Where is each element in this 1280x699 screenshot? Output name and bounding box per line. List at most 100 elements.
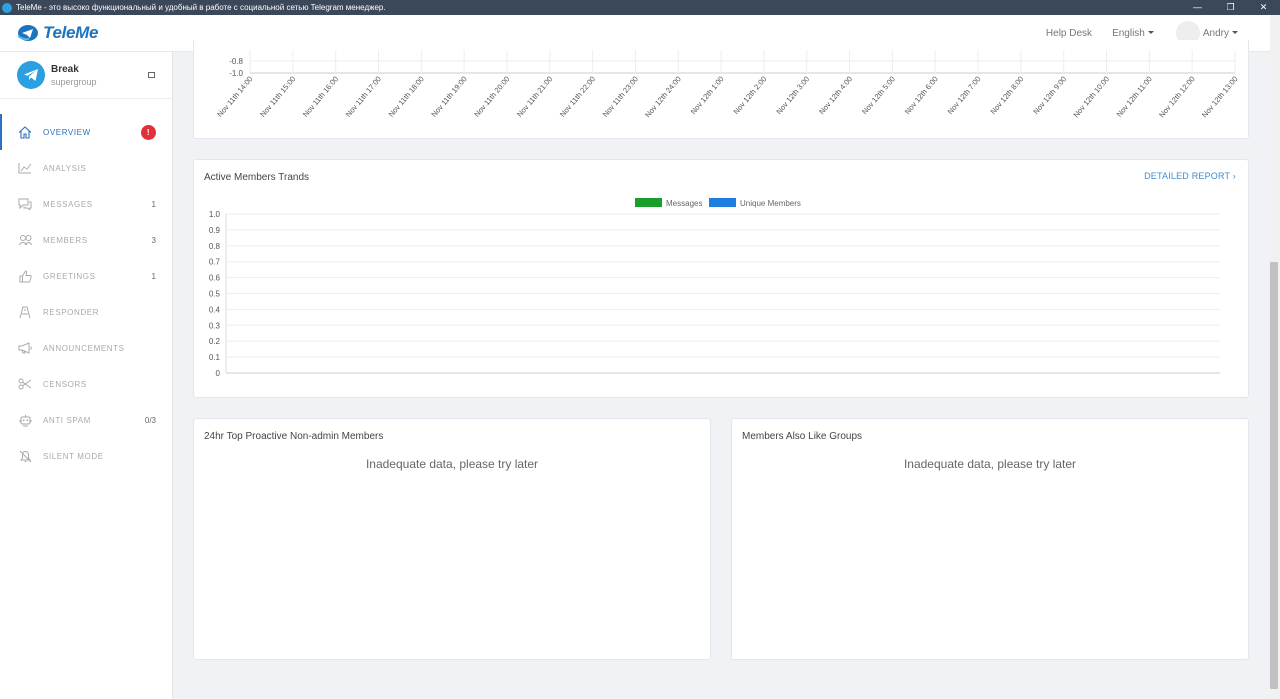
sidebar-item-label: OVERVIEW <box>43 127 91 137</box>
scrollbar-thumb[interactable] <box>1270 262 1278 689</box>
minimize-button[interactable]: — <box>1181 0 1214 15</box>
y-tick-label: 0.8 <box>209 242 221 251</box>
x-tick-label: Nov 11th 22:00 <box>558 75 597 119</box>
legend-swatch-messages[interactable] <box>635 198 662 207</box>
x-tick-label: Nov 11th 23:00 <box>601 75 640 119</box>
sidebar-item-greetings[interactable]: GREETINGS 1 <box>0 258 172 294</box>
x-tick-label: Nov 12th 4:00 <box>817 75 854 117</box>
sidebar-item-label: MESSAGES <box>43 199 93 209</box>
x-tick-label: Nov 11th 21:00 <box>515 75 554 119</box>
sidebar-item-responder[interactable]: RESPONDER <box>0 294 172 330</box>
group-name: Break <box>51 63 79 75</box>
y-tick-label: 0.1 <box>209 353 221 362</box>
telegram-icon <box>17 61 45 89</box>
chat-icon <box>17 197 33 211</box>
group-type: supergroup <box>51 76 97 87</box>
also-like-groups-card: Members Also Like Groups Inadequate data… <box>731 418 1249 660</box>
sidebar-item-label: CENSORS <box>43 379 87 389</box>
active-members-card: Active Members Trands DETAILED REPORT › … <box>193 159 1249 398</box>
x-tick-label: Nov 11th 14:00 <box>215 75 254 119</box>
language-label: English <box>1112 27 1145 39</box>
x-tick-label: Nov 12th 8:00 <box>988 75 1025 117</box>
sidebar-item-members[interactable]: MEMBERS 3 <box>0 222 172 258</box>
x-tick-label: Nov 11th 18:00 <box>387 75 426 119</box>
close-button[interactable]: ✕ <box>1247 0 1280 15</box>
switch-group-icon[interactable] <box>148 72 155 78</box>
x-tick-label: Nov 11th 15:00 <box>258 75 297 119</box>
sidebar-item-antispam[interactable]: ANTI SPAM 0/3 <box>0 402 172 438</box>
x-tick-label: Nov 12th 13:00 <box>1200 75 1240 120</box>
app-icon <box>2 2 12 13</box>
hourly-chart-card: -0.8 -1.0 Nov 11th 14:00 Nov 11th 15:00 Nov … <box>193 40 1249 139</box>
maximize-button[interactable]: ❐ <box>1214 0 1247 15</box>
user-name: Andry <box>1202 27 1229 39</box>
card-title: 24hr Top Proactive Non-admin Members <box>204 431 384 442</box>
y-tick-label: 0.4 <box>209 305 221 314</box>
home-icon <box>17 125 33 139</box>
legend-label-unique-members: Unique Members <box>740 199 801 208</box>
thumbs-up-icon <box>17 269 33 283</box>
empty-state-message: Inadequate data, please try later <box>903 457 1077 471</box>
x-tick-label: Nov 12th 6:00 <box>903 75 940 117</box>
chevron-right-icon: › <box>1232 171 1236 181</box>
y-tick-label: -0.8 <box>229 57 243 66</box>
sidebar-item-label: SILENT MODE <box>43 451 104 461</box>
mute-icon <box>17 449 33 463</box>
chevron-down-icon <box>1147 31 1154 35</box>
x-tick-label: Nov 11th 16:00 <box>301 75 340 119</box>
legend-swatch-unique-members[interactable] <box>709 198 736 207</box>
x-tick-label: Nov 12th 9:00 <box>1031 75 1068 117</box>
window-titlebar: TeleMe - это высоко функциональный и удо… <box>0 0 1280 15</box>
alert-badge: ! <box>141 124 156 140</box>
y-tick-label: 0.5 <box>209 290 221 299</box>
x-tick-label: Nov 12th 3:00 <box>774 75 811 117</box>
help-desk-link[interactable]: Help Desk <box>1046 28 1092 39</box>
y-tick-label: 0 <box>216 369 221 378</box>
greetings-count: 1 <box>151 271 156 281</box>
chevron-down-icon <box>1232 31 1238 35</box>
responder-icon <box>17 305 33 319</box>
users-icon <box>17 233 33 247</box>
sidebar-item-censors[interactable]: CENSORS <box>0 366 172 402</box>
sidebar-item-messages[interactable]: MESSAGES 1 <box>0 186 172 222</box>
antispam-count: 0/3 <box>144 415 156 425</box>
sidebar-nav: OVERVIEW ! ANALYSIS MESSAGES 1 MEMBERS 3 <box>0 114 172 474</box>
sidebar-item-label: ANALYSIS <box>43 163 87 173</box>
sidebar-item-label: GREETINGS <box>43 271 96 281</box>
x-tick-label: Nov 12th 5:00 <box>860 75 897 117</box>
logo[interactable]: TeleMe <box>17 23 99 43</box>
detailed-report-label: DETAILED REPORT <box>1144 171 1231 181</box>
legend-label-messages: Messages <box>666 199 702 208</box>
window-title: TeleMe - это высоко функциональный и удо… <box>16 3 386 12</box>
scissors-icon <box>17 377 33 391</box>
x-tick-label: Nov 12th 1:00 <box>689 75 726 117</box>
sidebar-item-label: ANTI SPAM <box>43 415 91 425</box>
x-tick-label: Nov 11th 17:00 <box>344 75 383 119</box>
detailed-report-link[interactable]: DETAILED REPORT › <box>1144 171 1236 181</box>
card-title: Active Members Trands <box>204 172 310 183</box>
sidebar-item-silent-mode[interactable]: SILENT MODE <box>0 438 172 474</box>
sidebar-item-overview[interactable]: OVERVIEW ! <box>0 114 172 150</box>
y-tick-label: 1.0 <box>209 210 221 219</box>
language-dropdown[interactable]: English <box>1112 28 1154 39</box>
logo-text: TeleMe <box>43 23 99 42</box>
y-tick-label: 0.7 <box>209 258 221 267</box>
x-tick-label: Nov 12th 11:00 <box>1115 75 1154 119</box>
group-selector[interactable]: Break supergroup <box>0 52 172 99</box>
hourly-chart: -0.8-1.0Nov 11th 14:00 Nov 11th 15:00 Nov … <box>215 50 1240 120</box>
sidebar-item-announcements[interactable]: ANNOUNCEMENTS <box>0 330 172 366</box>
y-tick-label: 0.6 <box>209 274 221 283</box>
sidebar-item-analysis[interactable]: ANALYSIS <box>0 150 172 186</box>
active-members-chart: Messages Unique Members 1.0 0.9 0.8 0.7 0.6 0… <box>209 198 1220 378</box>
messages-count: 1 <box>151 199 156 209</box>
empty-state-message: Inadequate data, please try later <box>365 457 539 471</box>
sidebar-item-label: ANNOUNCEMENTS <box>43 343 125 353</box>
y-tick-label: 0.2 <box>209 337 221 346</box>
members-count: 3 <box>151 235 156 245</box>
x-tick-label: Nov 12th 12:00 <box>1157 75 1197 120</box>
user-menu[interactable]: Andry <box>1203 28 1238 39</box>
sidebar-item-label: RESPONDER <box>43 307 100 317</box>
x-tick-label: Nov 12th 7:00 <box>946 75 983 117</box>
megaphone-icon <box>17 341 33 355</box>
x-tick-label: Nov 12th 24:00 <box>643 75 683 120</box>
